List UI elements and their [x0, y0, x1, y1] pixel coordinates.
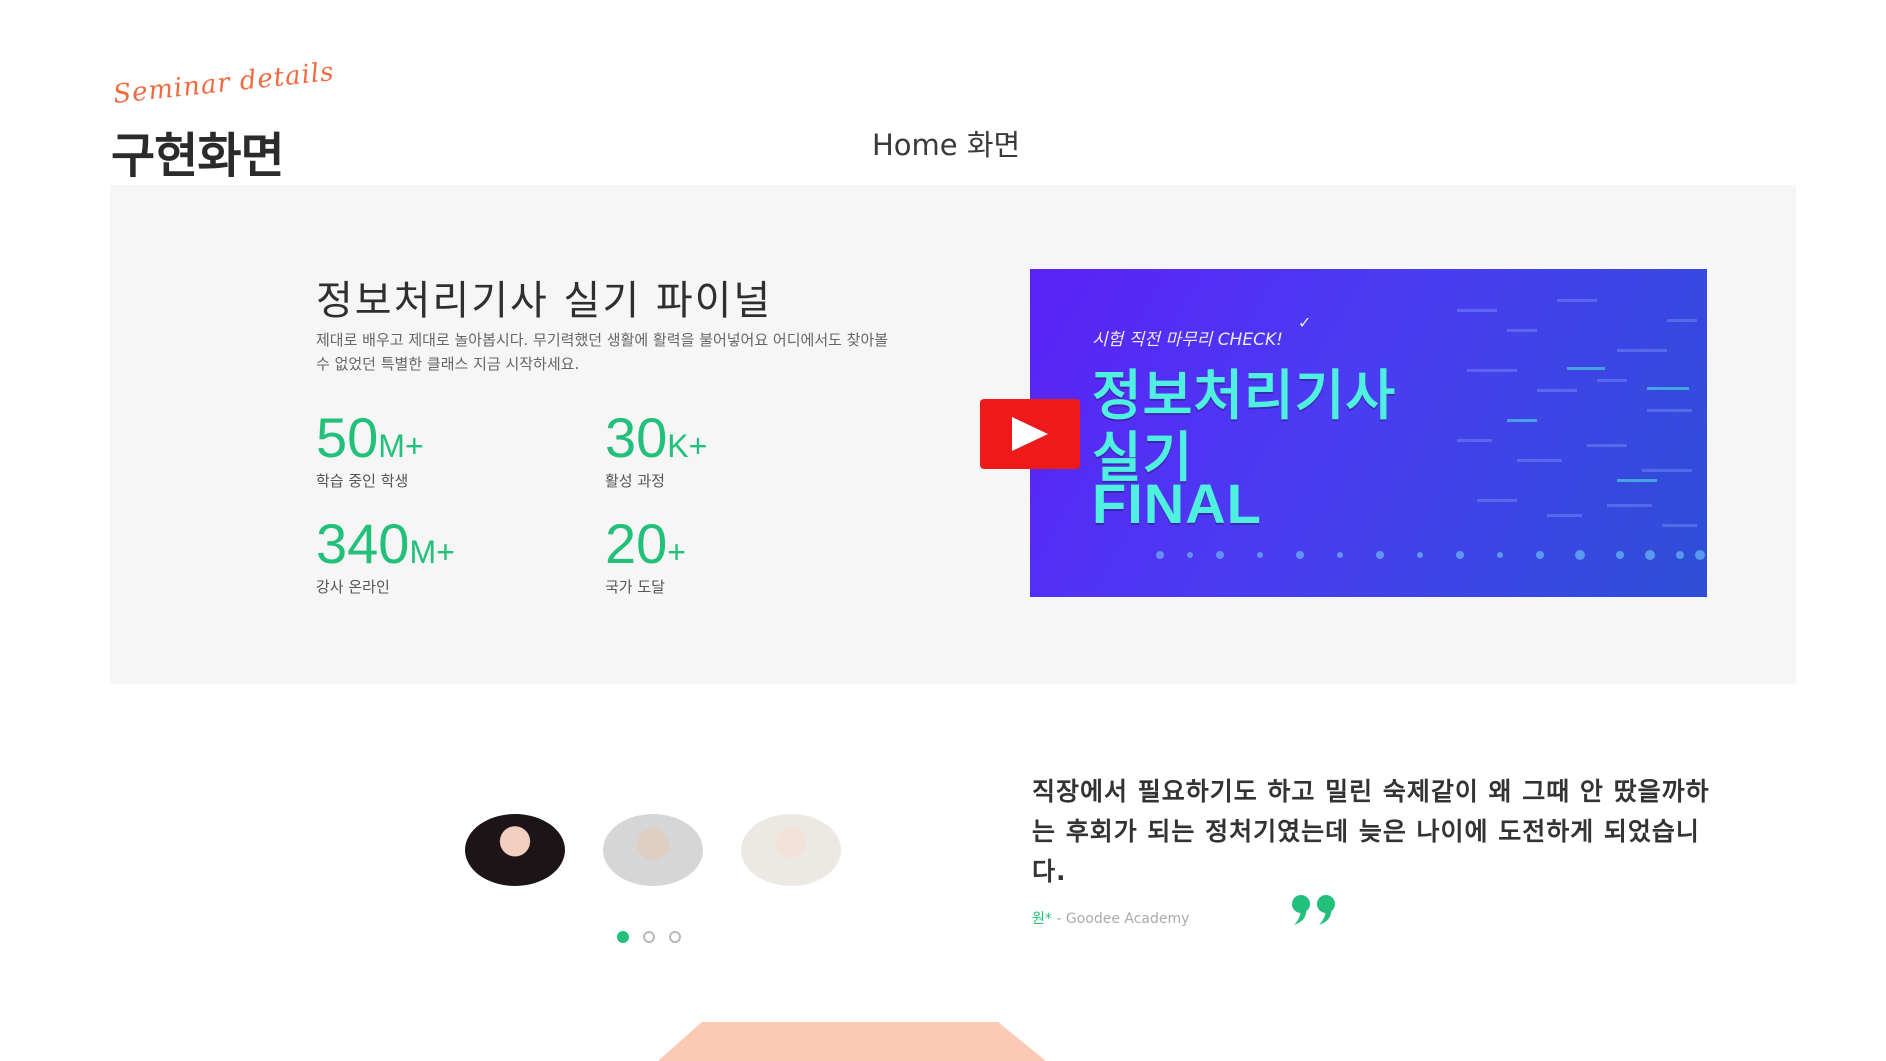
- video-thumbnail[interactable]: 시험 직전 마무리 CHECK! ✓ 정보처리기사 실기 FINAL: [1030, 269, 1707, 597]
- video-title-line3: FINAL: [1092, 472, 1262, 535]
- video-caption-small: 시험 직전 마무리 CHECK!: [1092, 330, 1283, 350]
- stat-value: 50M+: [316, 406, 424, 469]
- avatar-1[interactable]: [465, 814, 565, 886]
- testimonial-author: 원* - Goodee Academy: [1032, 908, 1189, 928]
- stat-value: 340M+: [316, 512, 455, 575]
- check-icon: ✓: [1298, 313, 1312, 332]
- testimonial-text: 직장에서 필요하기도 하고 밀린 숙제같이 왜 그때 안 땄을까하는 후회가 되…: [1032, 777, 1710, 886]
- carousel-dot-2[interactable]: [643, 931, 655, 943]
- stat-value: 20+: [605, 512, 686, 575]
- slide-heading: Seminar details 구현화면: [111, 57, 371, 184]
- play-icon: [1012, 417, 1048, 451]
- script-label: Seminar details: [111, 56, 336, 110]
- avatar-3[interactable]: [741, 814, 841, 886]
- play-button[interactable]: [980, 399, 1080, 469]
- stat-value: 30K+: [605, 406, 708, 469]
- course-title: 정보처리기사 실기 파이널: [316, 278, 773, 324]
- carousel-dot-3[interactable]: [669, 931, 681, 943]
- author-org: - Goodee Academy: [1051, 911, 1190, 927]
- decorative-trapezoid: [658, 1022, 1046, 1061]
- stat-students: 50M+ 학습 중인 학생: [316, 410, 424, 491]
- stat-label: 강사 온라인: [316, 578, 390, 596]
- page-caption: Home 화면: [872, 128, 1021, 162]
- stat-countries: 20+ 국가 도달: [605, 516, 686, 597]
- stat-courses: 30K+ 활성 과정: [605, 410, 707, 491]
- stat-label: 활성 과정: [605, 472, 665, 490]
- stat-instructors: 340M+ 강사 온라인: [316, 516, 455, 597]
- quote-icon: [1292, 895, 1335, 925]
- stat-label: 국가 도달: [605, 578, 665, 596]
- carousel-dot-1[interactable]: [617, 931, 629, 943]
- author-name: 원*: [1032, 911, 1052, 927]
- carousel-dots: [617, 931, 681, 943]
- decorative-dots: [1156, 550, 1705, 560]
- stat-label: 학습 중인 학생: [316, 472, 409, 490]
- slide-title: 구현화면: [111, 128, 285, 184]
- avatar-2[interactable]: [603, 814, 703, 886]
- course-description: 제대로 배우고 제대로 놀아봅시다. 무기력했던 생활에 활력을 불어넣어요 어…: [316, 331, 889, 373]
